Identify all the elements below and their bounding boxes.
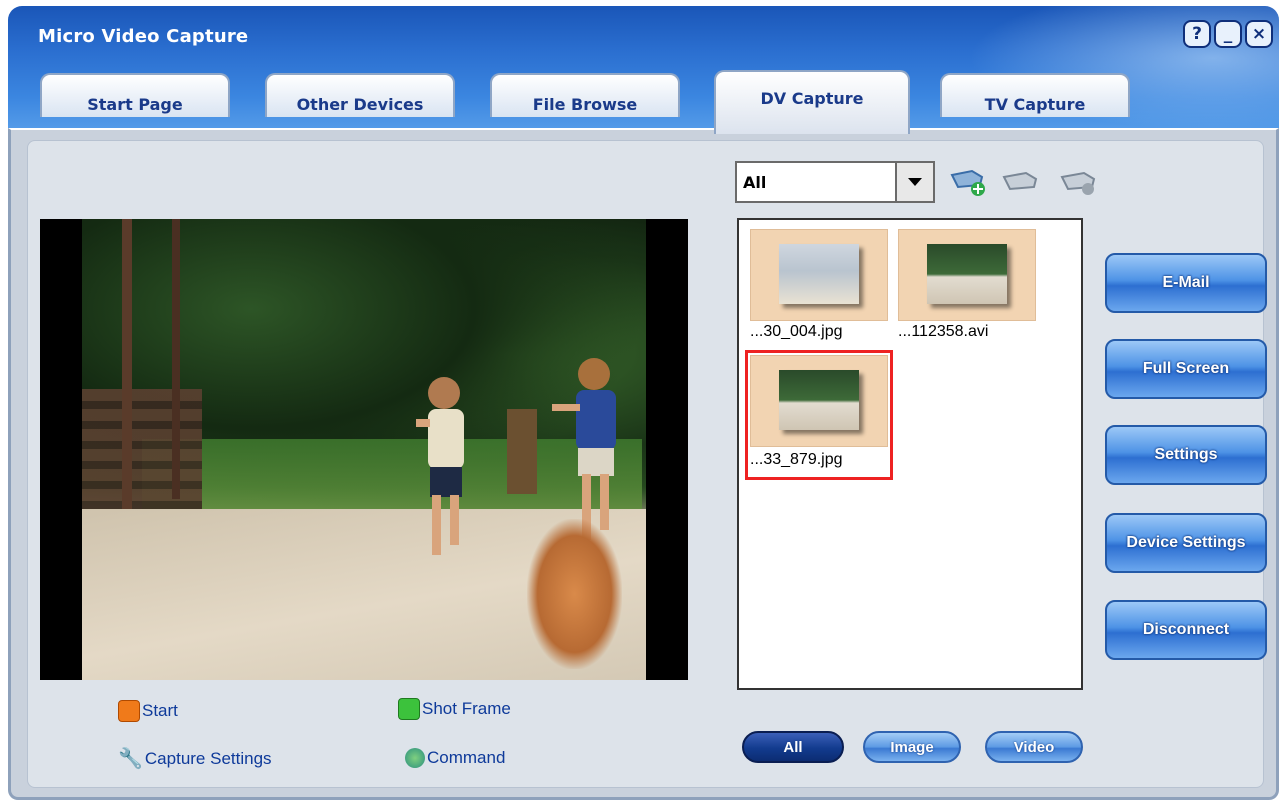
device-settings-button[interactable]: Device Settings xyxy=(1105,513,1267,573)
camera-icon[interactable] xyxy=(1000,163,1040,199)
thumbnail-image xyxy=(927,244,1007,304)
wrench-icon: 🔧 xyxy=(118,748,143,770)
record-icon xyxy=(118,700,140,722)
tab-file-browse[interactable]: File Browse xyxy=(490,73,680,117)
dog-figure xyxy=(527,519,622,669)
app-window: Micro Video Capture ? _ × Start Page Oth… xyxy=(0,0,1283,802)
child-figure xyxy=(416,377,464,555)
start-button[interactable]: Start xyxy=(118,700,178,722)
minimize-button[interactable]: _ xyxy=(1214,20,1242,48)
selection-highlight xyxy=(745,350,893,480)
gallery-item-name: ...112358.avi xyxy=(898,323,989,340)
scene-fence xyxy=(82,389,202,519)
remove-camera-icon[interactable] xyxy=(1058,163,1098,199)
tab-other-devices[interactable]: Other Devices xyxy=(265,73,455,117)
camera-icon xyxy=(398,698,420,720)
add-camera-icon[interactable] xyxy=(948,163,988,199)
thumbnail-image xyxy=(779,244,859,304)
gallery-thumbnail[interactable] xyxy=(898,229,1036,321)
shot-frame-label: Shot Frame xyxy=(422,699,511,718)
video-preview xyxy=(40,219,688,680)
gallery-item-name: ...30_004.jpg xyxy=(750,323,843,340)
shot-frame-button[interactable]: Shot Frame xyxy=(398,698,511,720)
settings-button[interactable]: Settings xyxy=(1105,425,1267,485)
scene-post xyxy=(172,219,180,499)
close-button[interactable]: × xyxy=(1245,20,1273,48)
help-icon[interactable]: ? xyxy=(1183,20,1211,48)
filter-dropdown[interactable]: All xyxy=(735,161,935,203)
start-label: Start xyxy=(142,701,178,720)
filter-all-button[interactable]: All xyxy=(742,731,844,763)
filter-dropdown-value: All xyxy=(743,173,767,192)
email-button[interactable]: E-Mail xyxy=(1105,253,1267,313)
disconnect-button[interactable]: Disconnect xyxy=(1105,600,1267,660)
capture-settings-button[interactable]: 🔧 Capture Settings xyxy=(118,746,272,771)
video-frame xyxy=(82,219,646,680)
scene-post xyxy=(122,219,132,519)
command-label: Command xyxy=(427,748,506,767)
filter-image-button[interactable]: Image xyxy=(863,731,961,763)
filter-video-button[interactable]: Video xyxy=(985,731,1083,763)
scene-stump xyxy=(507,409,537,494)
chevron-down-icon[interactable] xyxy=(895,163,933,201)
window-title: Micro Video Capture xyxy=(38,26,249,47)
full-screen-button[interactable]: Full Screen xyxy=(1105,339,1267,399)
command-icon xyxy=(405,748,425,768)
tab-dv-capture[interactable]: DV Capture xyxy=(714,70,910,134)
tab-tv-capture[interactable]: TV Capture xyxy=(940,73,1130,117)
tab-start-page[interactable]: Start Page xyxy=(40,73,230,117)
command-button[interactable]: Command xyxy=(405,748,505,768)
capture-settings-label: Capture Settings xyxy=(144,748,272,768)
gallery-thumbnail[interactable] xyxy=(750,229,888,321)
